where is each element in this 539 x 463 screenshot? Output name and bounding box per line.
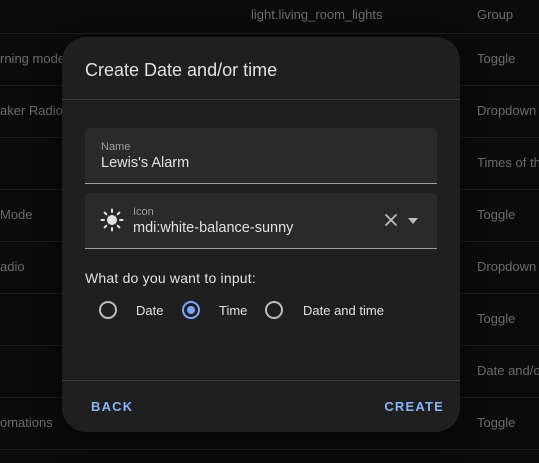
create-button[interactable]: CREATE (384, 399, 444, 414)
radio-date-and-time[interactable] (265, 301, 283, 319)
name-field-label: Name (101, 141, 131, 153)
radio-date-label[interactable]: Date (136, 303, 163, 318)
icon-field-value[interactable]: mdi:white-balance-sunny (133, 220, 293, 236)
clear-icon[interactable] (383, 212, 399, 228)
name-field[interactable]: Name Lewis's Alarm (85, 128, 437, 184)
input-type-radio-group: Date Time Date and time (62, 301, 460, 323)
radio-date[interactable] (99, 301, 117, 319)
divider (62, 99, 460, 100)
radio-time[interactable] (182, 301, 200, 319)
radio-date-and-time-label[interactable]: Date and time (303, 303, 384, 318)
dialog-title: Create Date and/or time (85, 60, 278, 80)
name-field-value[interactable]: Lewis's Alarm (101, 155, 189, 171)
back-button[interactable]: BACK (91, 399, 133, 414)
input-type-question: What do you want to input: (85, 270, 256, 286)
radio-time-label[interactable]: Time (219, 303, 247, 318)
chevron-down-icon[interactable] (407, 217, 419, 225)
white-balance-sunny-icon (100, 208, 124, 232)
divider (62, 380, 460, 381)
icon-field-label: Icon (133, 206, 154, 218)
create-helper-dialog: Create Date and/or time Name Lewis's Ala… (62, 37, 460, 432)
icon-field[interactable]: Icon mdi:white-balance-sunny (85, 193, 437, 249)
